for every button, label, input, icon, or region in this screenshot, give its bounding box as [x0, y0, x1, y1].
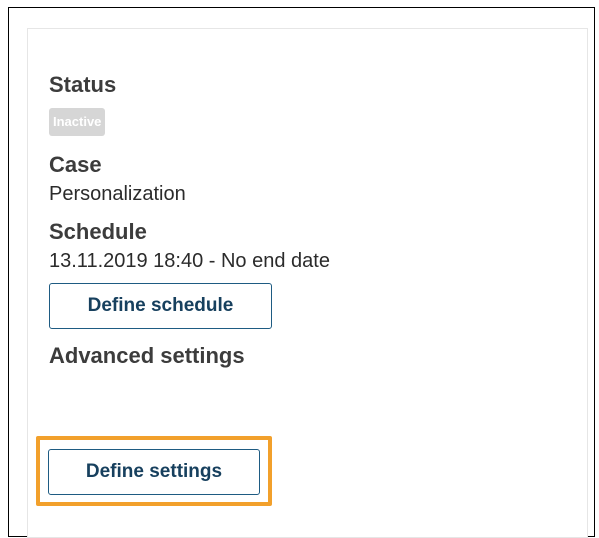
define-settings-button[interactable]: Define settings [48, 449, 260, 495]
schedule-value: 13.11.2019 18:40 - No end date [49, 250, 330, 272]
case-label: Case [49, 152, 102, 177]
advanced-settings-label: Advanced settings [49, 343, 245, 368]
define-schedule-button[interactable]: Define schedule [49, 283, 272, 329]
schedule-label: Schedule [49, 219, 147, 244]
status-badge: Inactive [49, 108, 106, 136]
case-value: Personalization [49, 183, 186, 205]
settings-content: Status Inactive Case Personalization Sch… [49, 70, 569, 371]
status-label: Status [49, 72, 117, 97]
